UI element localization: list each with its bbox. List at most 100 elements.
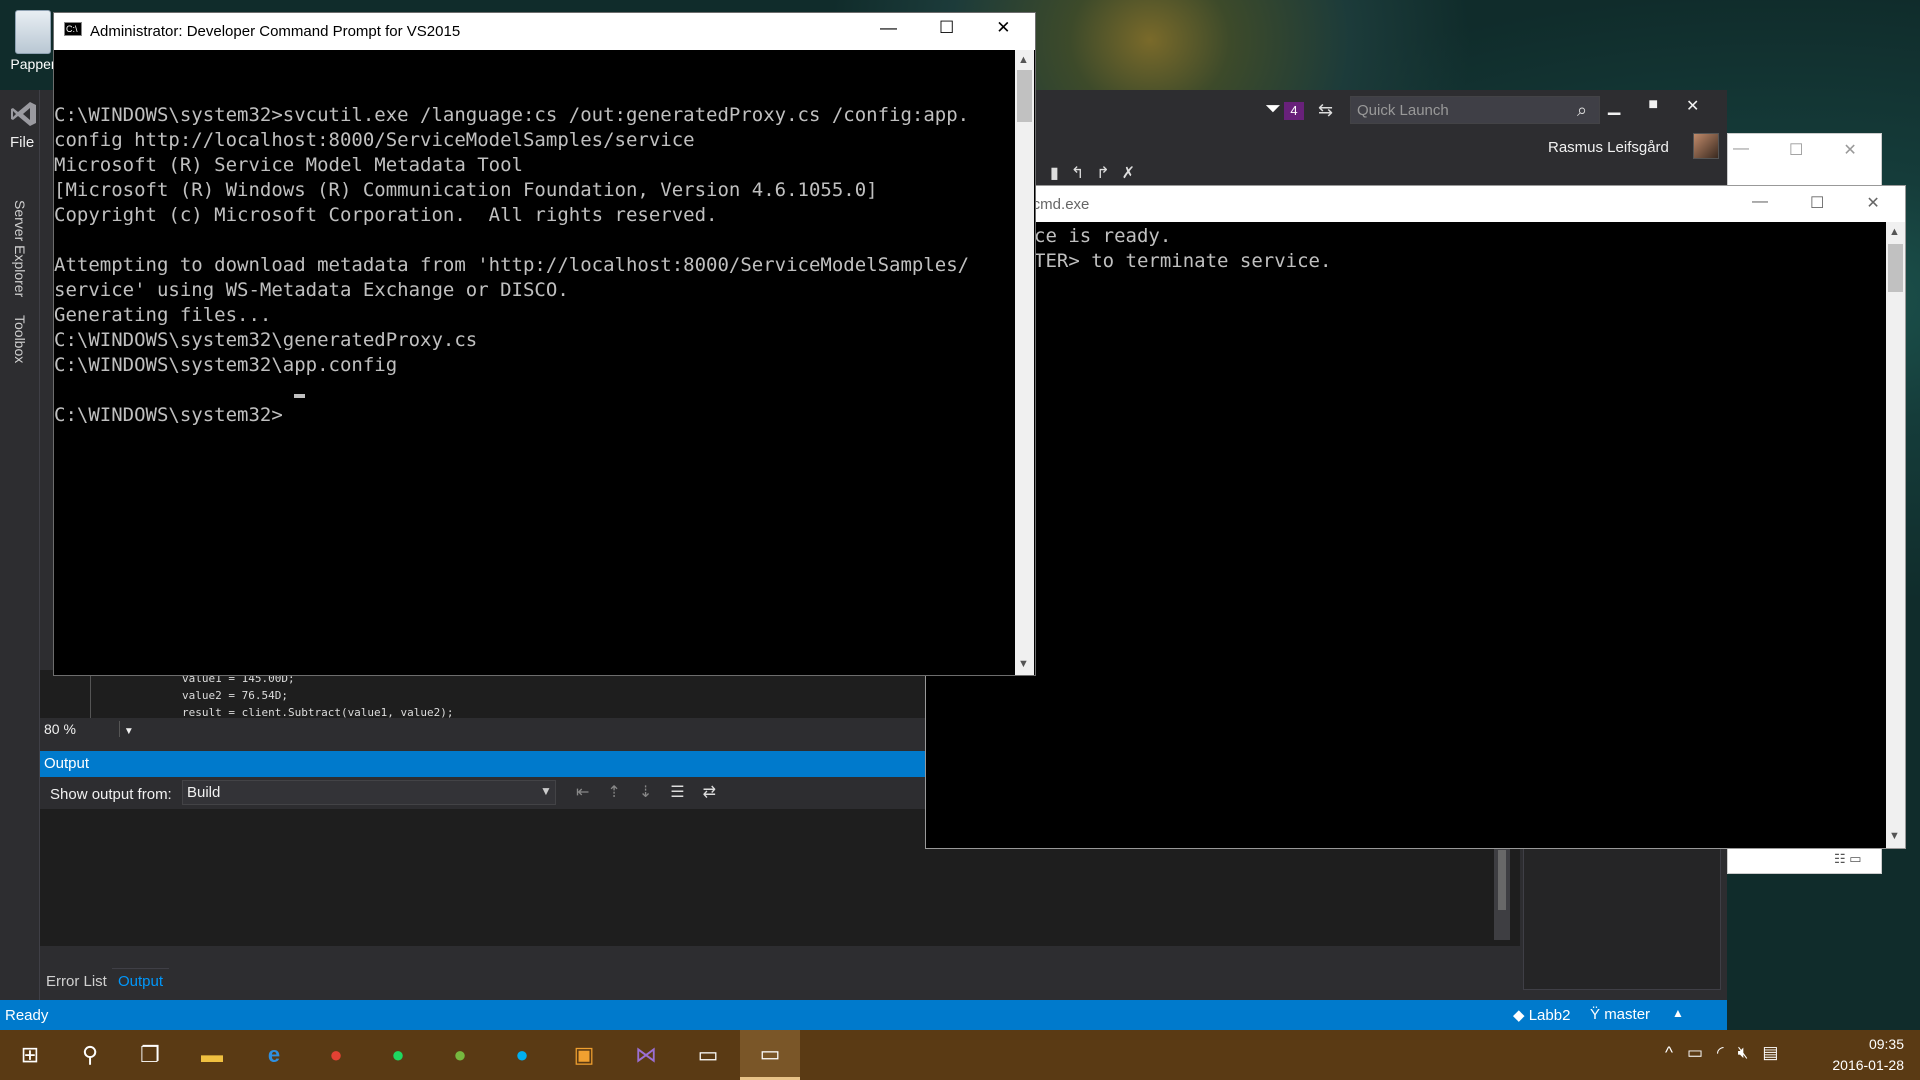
clear-bookmarks-icon[interactable]: ✗ bbox=[1122, 165, 1147, 182]
word-wrap-icon[interactable]: ⇄ bbox=[703, 782, 716, 802]
taskbar-cmd[interactable]: ▭ bbox=[678, 1030, 738, 1080]
scroll-up-icon[interactable]: ▲ bbox=[1889, 226, 1900, 238]
speaker-muted-icon[interactable]: 🔇︎ bbox=[1738, 1043, 1749, 1063]
zoom-select[interactable]: 80 % bbox=[44, 721, 120, 737]
taskbar-app[interactable]: ▣ bbox=[554, 1030, 614, 1080]
search-icon: ⚲ bbox=[81, 1042, 99, 1067]
action-center-icon[interactable]: ▤ bbox=[1762, 1043, 1778, 1063]
view-toggle-icon[interactable]: ☷ ▭ bbox=[1834, 851, 1862, 867]
maximize-icon[interactable]: ☐ bbox=[1810, 193, 1824, 213]
notification-count-badge[interactable]: 4 bbox=[1284, 102, 1304, 120]
window-controls: — ☐ ✕ bbox=[880, 18, 1011, 38]
minimize-icon[interactable]: — bbox=[1752, 193, 1768, 213]
system-tray: ^ ▭ ◜ 🔇︎ ▤ bbox=[1665, 1043, 1778, 1063]
chevron-down-icon[interactable]: ▼ bbox=[540, 784, 552, 798]
vertical-scrollbar[interactable] bbox=[1886, 222, 1905, 848]
task-view-button[interactable]: ❐ bbox=[120, 1030, 180, 1080]
output-horizontal-scrollbar[interactable] bbox=[40, 948, 1500, 964]
taskbar-skype[interactable]: ● bbox=[492, 1030, 552, 1080]
toolbox-tab[interactable]: Toolbox bbox=[12, 315, 28, 363]
vertical-scrollbar[interactable] bbox=[1015, 50, 1034, 675]
output-panel-title[interactable]: Output bbox=[40, 751, 925, 777]
vs-bookmark-toolbar: ▮↰↱✗ bbox=[1050, 163, 1230, 185]
taskbar-file-explorer[interactable]: ▬ bbox=[182, 1030, 242, 1080]
minimize-icon[interactable]: — bbox=[1733, 140, 1749, 160]
service-cmd-window[interactable] bbox=[925, 185, 1906, 849]
close-icon[interactable]: ✕ bbox=[1866, 193, 1879, 213]
quick-launch-input[interactable]: Quick Launch bbox=[1350, 96, 1600, 124]
prev-bookmark-icon[interactable]: ↰ bbox=[1071, 165, 1096, 182]
show-output-select[interactable]: Build bbox=[182, 780, 556, 805]
avatar[interactable] bbox=[1693, 133, 1719, 159]
bookmark-icon[interactable]: ▮ bbox=[1050, 165, 1071, 182]
visual-studio-logo-icon bbox=[11, 102, 36, 126]
clock-date: 2016-01-28 bbox=[1832, 1057, 1904, 1073]
window-controls: — ☐ ✕ bbox=[1752, 193, 1880, 213]
taskbar-edge[interactable]: e bbox=[244, 1030, 304, 1080]
code-editor[interactable]: value1 = 145.00D; value2 = 76.54D; resul… bbox=[40, 670, 925, 718]
status-bar bbox=[0, 1000, 1727, 1030]
start-button[interactable]: ⊞ bbox=[0, 1030, 60, 1080]
git-repo[interactable]: ◆ Labb2 bbox=[1513, 1006, 1570, 1024]
text-cursor bbox=[294, 394, 305, 398]
console-line: Copyright (c) Microsoft Corporation. All… bbox=[54, 204, 718, 226]
publish-icon[interactable]: ▲ bbox=[1672, 1006, 1684, 1020]
scroll-down-icon[interactable]: ▼ bbox=[1018, 658, 1029, 670]
clock[interactable]: 09:35 2016-01-28 bbox=[1818, 1034, 1904, 1076]
edge-icon: e bbox=[267, 1042, 281, 1067]
visual-studio-icon: ⋈ bbox=[635, 1042, 657, 1067]
taskbar-visual-studio[interactable]: ⋈ bbox=[616, 1030, 676, 1080]
console-line: Attempting to download metadata from 'ht… bbox=[54, 254, 970, 276]
git-branch[interactable]: Ÿ master bbox=[1590, 1006, 1650, 1023]
tab-error-list[interactable]: Error List bbox=[46, 973, 107, 990]
server-explorer-tab[interactable]: Server Explorer bbox=[12, 200, 28, 297]
skype-icon: ● bbox=[515, 1042, 529, 1067]
battery-icon[interactable]: ▭ bbox=[1687, 1043, 1703, 1063]
file-menu[interactable]: File bbox=[10, 134, 34, 151]
maximize-icon[interactable]: ☐ bbox=[939, 18, 954, 38]
chevron-up-icon[interactable]: ^ bbox=[1665, 1043, 1673, 1063]
tab-output[interactable]: Output bbox=[112, 968, 170, 994]
scroll-up-icon[interactable]: ▲ bbox=[1018, 54, 1029, 66]
search-button[interactable]: ⚲ bbox=[60, 1030, 120, 1080]
scrollbar-thumb[interactable] bbox=[1017, 70, 1032, 122]
taskbar-chrome[interactable]: ● bbox=[306, 1030, 366, 1080]
minimize-icon[interactable]: — bbox=[880, 18, 897, 38]
prev-message-icon[interactable]: ⇡ bbox=[607, 782, 620, 802]
wifi-icon[interactable]: ◜ bbox=[1717, 1043, 1724, 1063]
close-icon[interactable]: ✕ bbox=[1843, 140, 1856, 160]
desktop-icon-recycle-bin[interactable]: Papper bbox=[8, 6, 58, 90]
repo-name: Labb2 bbox=[1528, 1007, 1571, 1024]
console-output: ce is ready. TER> to terminate service. bbox=[1034, 224, 1331, 274]
close-icon[interactable]: ✕ bbox=[996, 18, 1010, 38]
minimize-icon[interactable]: ▁ bbox=[1608, 96, 1620, 116]
console-prompt[interactable]: C:\WINDOWS\system32> bbox=[54, 403, 969, 428]
scroll-down-icon[interactable]: ▼ bbox=[1889, 830, 1900, 842]
code-line: result = client.Subtract(value1, value2)… bbox=[182, 706, 454, 718]
zoom-bar: 80 % ▼ bbox=[40, 718, 925, 742]
scrollbar-thumb[interactable] bbox=[1498, 850, 1506, 910]
recycle-bin-icon bbox=[15, 10, 51, 54]
maximize-icon[interactable]: ☐ bbox=[1789, 140, 1803, 160]
output-actions: ⇤ ⇡ ⇣ ☰ ⇄ bbox=[576, 782, 716, 802]
find-message-icon[interactable]: ⇤ bbox=[576, 782, 589, 802]
clear-all-icon[interactable]: ☰ bbox=[670, 782, 684, 802]
scrollbar-thumb[interactable] bbox=[1888, 244, 1903, 292]
account-name[interactable]: Rasmus Leifsgård bbox=[1548, 139, 1669, 156]
console-line: Generating files... bbox=[54, 304, 272, 326]
console-line: C:\WINDOWS\system32\generatedProxy.cs bbox=[54, 329, 478, 351]
vs-window-controls: ▁ ■ ✕ bbox=[1608, 96, 1699, 116]
next-message-icon[interactable]: ⇣ bbox=[639, 782, 652, 802]
taskbar-spotify[interactable]: ● bbox=[368, 1030, 428, 1080]
notification-flag-icon[interactable]: ⏷ bbox=[1265, 98, 1281, 121]
file-explorer-icon: ▬ bbox=[201, 1042, 223, 1067]
cmd-icon[interactable]: C:\ bbox=[64, 22, 82, 36]
maximize-icon[interactable]: ■ bbox=[1648, 96, 1658, 116]
taskbar-utorrent[interactable]: ● bbox=[430, 1030, 490, 1080]
close-icon[interactable]: ✕ bbox=[1686, 96, 1699, 116]
search-icon[interactable]: ⌕ bbox=[1577, 100, 1587, 121]
feedback-icon[interactable]: ⇆ bbox=[1318, 100, 1333, 121]
chevron-down-icon[interactable]: ▼ bbox=[124, 726, 134, 737]
next-bookmark-icon[interactable]: ↱ bbox=[1096, 165, 1121, 182]
taskbar-cmd-active[interactable]: ▭ bbox=[740, 1030, 800, 1080]
